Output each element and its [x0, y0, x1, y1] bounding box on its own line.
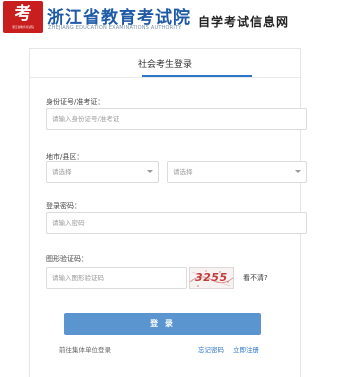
captcha-refresh-link[interactable]: 看不清? [243, 273, 268, 283]
captcha-label: 图形验证码： [46, 255, 88, 263]
password-label: 登录密码： [46, 202, 81, 210]
captcha-placeholder: 请输入图形验证码 [52, 274, 104, 282]
logo-caption: 浙江省教育考试院 [12, 24, 34, 29]
chevron-down-icon [147, 170, 153, 173]
captcha-image[interactable]: 3255 [189, 267, 234, 289]
active-tab-underline [142, 75, 252, 77]
site-logo: 考 浙江省教育考试院 [3, 1, 43, 33]
logo-glyph: 考 [14, 3, 32, 24]
password-placeholder: 请输入密码 [52, 219, 85, 227]
site-header: 考 浙江省教育考试院 浙江省教育考试院 ZHEJIANG EDUCATION E… [0, 0, 359, 40]
panel-divider [30, 77, 300, 78]
chevron-down-icon [295, 170, 301, 173]
captcha-input[interactable]: 请输入图形验证码 [46, 267, 187, 289]
id-input[interactable]: 请输入身份证号/准考证 [46, 108, 307, 130]
login-tab-title[interactable]: 社会考生登录 [30, 57, 300, 70]
city-select[interactable]: 请选择 [46, 161, 159, 183]
site-slogan: 自学考试信息网 [198, 15, 290, 29]
id-placeholder: 请输入身份证号/准考证 [52, 115, 120, 123]
id-label: 身份证号/准考证： [46, 98, 105, 106]
forgot-password-link[interactable]: 忘记密码 [198, 344, 224, 354]
district-select-value: 请选择 [173, 168, 193, 176]
captcha-code: 3255 [195, 271, 228, 284]
district-select[interactable]: 请选择 [167, 161, 307, 183]
register-link[interactable]: 立即注册 [233, 344, 259, 354]
city-select-value: 请选择 [52, 168, 72, 176]
group-login-link[interactable]: 前往集体单位登录 [59, 344, 111, 354]
password-input[interactable]: 请输入密码 [46, 212, 307, 234]
org-name-en: ZHEJIANG EDUCATION EXAMINATIONS AUTHORIT… [48, 25, 182, 31]
login-button[interactable]: 登 录 [64, 313, 261, 335]
